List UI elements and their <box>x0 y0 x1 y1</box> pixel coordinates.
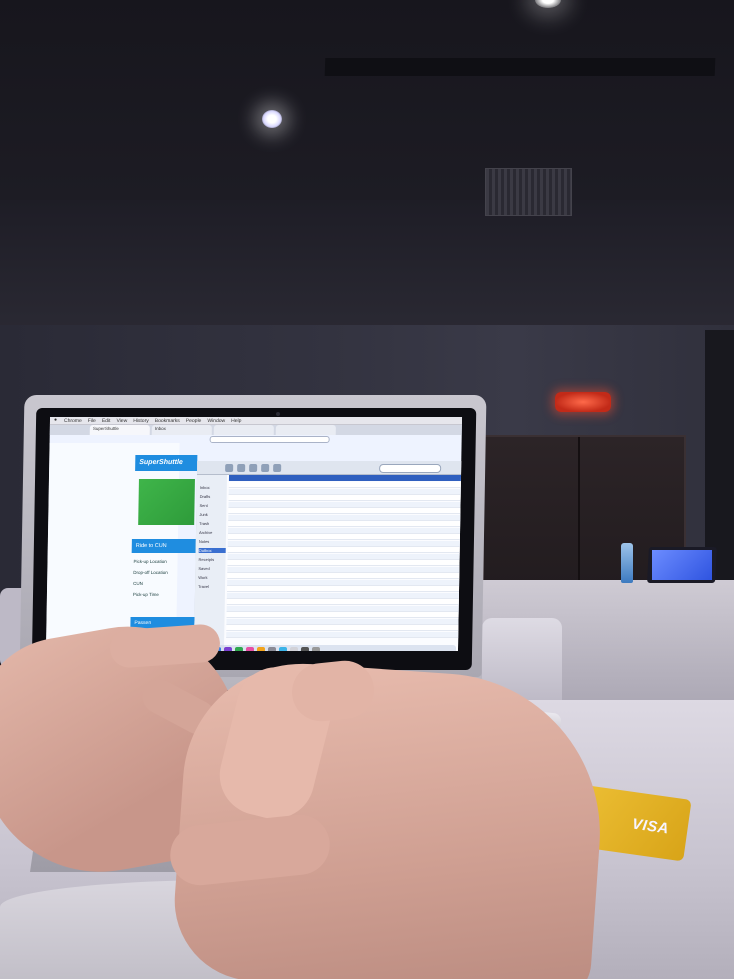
apple-icon[interactable]: ● <box>54 417 57 423</box>
menu-item[interactable]: History <box>133 418 149 424</box>
dock-icon[interactable] <box>278 647 288 651</box>
map-image <box>138 479 195 525</box>
menu-item[interactable]: Edit <box>102 418 111 424</box>
message-row[interactable] <box>227 540 460 547</box>
message-row[interactable] <box>227 560 460 566</box>
dock-icon[interactable] <box>311 647 321 651</box>
site-logo[interactable]: SuperShuttle <box>135 455 198 471</box>
message-row[interactable] <box>228 527 461 534</box>
menu-item[interactable]: View <box>116 418 127 424</box>
sidebar-item-folder[interactable]: Inbox <box>200 485 210 490</box>
dock-icon[interactable] <box>300 647 310 651</box>
menu-item[interactable]: Bookmarks <box>155 418 180 424</box>
ceiling-light <box>262 110 282 128</box>
message-row[interactable] <box>228 482 461 488</box>
message-row[interactable] <box>227 547 460 553</box>
menu-item[interactable]: Help <box>231 418 241 424</box>
webcam <box>276 412 280 416</box>
door-divider <box>578 437 580 583</box>
message-row[interactable] <box>227 553 460 560</box>
compose-icon[interactable] <box>237 463 246 472</box>
message-row[interactable] <box>226 592 459 599</box>
field-label: CUN <box>133 581 143 586</box>
sidebar-item-folder[interactable]: Work <box>198 575 207 580</box>
menu-item[interactable]: File <box>88 418 96 424</box>
field-label: Drop-off Location <box>133 570 168 575</box>
sidebar-item-folder[interactable]: Junk <box>199 512 208 517</box>
sidebar-item-folder[interactable]: Trash <box>199 521 209 526</box>
forward-icon[interactable] <box>261 463 270 472</box>
dock-icon[interactable] <box>289 647 299 651</box>
tab-3[interactable] <box>213 425 274 435</box>
sidebar-item-folder[interactable]: Sent <box>199 503 207 508</box>
menu-bar: ● Chrome File Edit View History Bookmark… <box>49 417 463 425</box>
tab-inbox[interactable]: Inbox <box>151 425 212 435</box>
water-bottle <box>621 543 633 583</box>
sidebar-item-folder[interactable]: Outbox <box>198 548 226 553</box>
exit-sign <box>555 392 611 412</box>
message-row[interactable] <box>226 612 459 618</box>
sidebar-item-folder[interactable]: Saved <box>198 566 209 571</box>
browser-tab-strip: SuperShuttle Inbox <box>49 425 462 435</box>
message-row[interactable] <box>227 534 460 540</box>
address-bar[interactable] <box>209 436 330 443</box>
sidebar-item-folder[interactable]: Notes <box>199 539 210 544</box>
dock-icon[interactable] <box>245 647 255 651</box>
tab-supershuttle[interactable]: SuperShuttle <box>89 425 150 435</box>
tablet-screen <box>652 550 712 580</box>
message-row[interactable] <box>226 599 459 605</box>
message-row[interactable] <box>228 508 461 514</box>
menu-item[interactable]: Chrome <box>64 418 82 424</box>
ceiling-beam <box>0 200 734 330</box>
message-row[interactable] <box>227 566 460 573</box>
get-mail-icon[interactable] <box>225 463 234 472</box>
message-list-header <box>228 475 462 481</box>
dock-icon[interactable] <box>223 647 233 651</box>
message-row[interactable] <box>228 495 461 501</box>
message-row[interactable] <box>226 618 459 625</box>
sidebar-item-folder[interactable]: Drafts <box>200 494 211 499</box>
message-row[interactable] <box>228 488 461 495</box>
sidebar-item-folder[interactable]: Archive <box>199 530 212 535</box>
message-row[interactable] <box>228 521 461 527</box>
dock-icon[interactable] <box>256 647 266 651</box>
message-row[interactable] <box>228 501 461 508</box>
dock-icon[interactable] <box>234 647 244 651</box>
left-hand-finger <box>108 623 222 669</box>
delete-icon[interactable] <box>273 463 282 472</box>
message-row[interactable] <box>228 514 461 521</box>
sidebar-item-folder[interactable]: Receipts <box>199 557 215 562</box>
ride-header: Ride to CUN <box>131 539 196 553</box>
message-row[interactable] <box>226 625 459 631</box>
reply-icon[interactable] <box>249 463 258 472</box>
menu-item[interactable]: Window <box>207 418 225 424</box>
message-row[interactable] <box>226 605 459 612</box>
dock-icon[interactable] <box>267 647 277 651</box>
dock <box>195 645 457 651</box>
ceiling-vent-strip <box>324 58 716 76</box>
laptop-screen: ● Chrome File Edit View History Bookmark… <box>45 417 463 651</box>
message-row[interactable] <box>227 573 460 579</box>
message-row[interactable] <box>226 586 460 592</box>
field-label: Pick-up Time <box>132 592 160 597</box>
sidebar-item-folder[interactable]: Travel <box>198 584 209 589</box>
tab-4[interactable] <box>275 425 336 435</box>
message-row[interactable] <box>227 579 460 586</box>
photo-scene: VISA ● Chrome File Edit View History Boo… <box>0 0 734 979</box>
field-label: Pick-up Location <box>133 559 167 564</box>
air-vent-grille <box>485 168 572 216</box>
search-input[interactable] <box>379 464 442 473</box>
message-row[interactable] <box>226 631 459 638</box>
menu-item[interactable]: People <box>186 418 202 424</box>
